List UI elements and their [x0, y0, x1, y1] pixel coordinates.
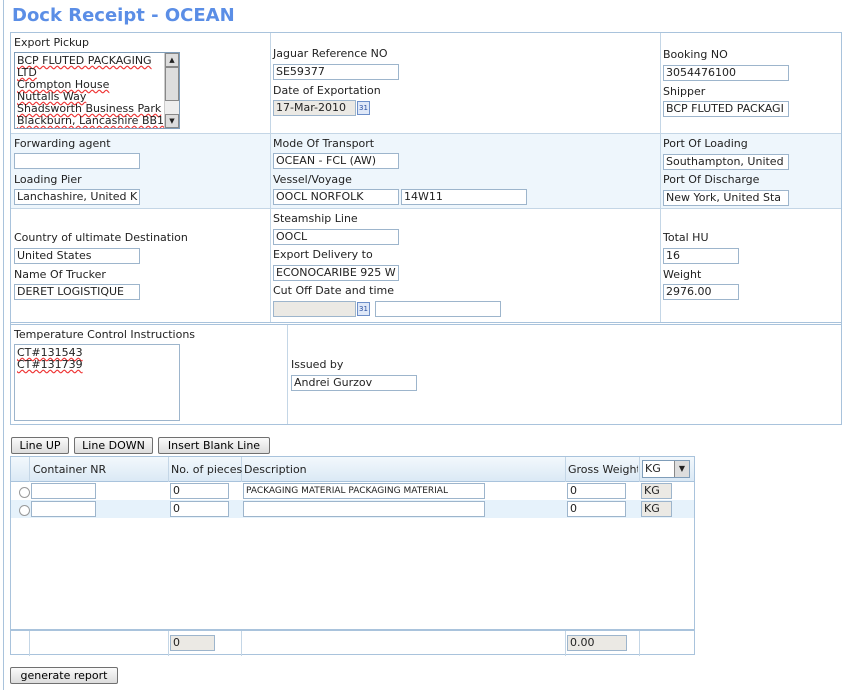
- total-hu-input[interactable]: 16: [663, 248, 739, 264]
- column-divider: [287, 325, 288, 424]
- unit-field: KG: [641, 483, 672, 499]
- chevron-down-icon[interactable]: ▼: [674, 461, 689, 477]
- scroll-up-icon[interactable]: ▲: [165, 53, 179, 67]
- port-loading-label: Port Of Loading: [663, 137, 748, 150]
- steamship-label: Steamship Line: [273, 212, 358, 225]
- container-nr-input[interactable]: [31, 501, 96, 517]
- header-gross-weight: Gross Weight: [568, 463, 638, 476]
- port-discharge-input[interactable]: New York, United Sta: [663, 190, 789, 206]
- gross-weight-input[interactable]: 0: [567, 483, 626, 499]
- cutoff-date-input[interactable]: [273, 301, 356, 317]
- voyage-input[interactable]: 14W11: [401, 189, 527, 205]
- section-divider: [11, 322, 841, 325]
- header-container-nr: Container NR: [33, 463, 107, 476]
- jaguar-ref-input[interactable]: SE59377: [273, 64, 399, 80]
- line-down-button[interactable]: Line DOWN: [74, 437, 153, 454]
- mode-transport-input[interactable]: OCEAN - FCL (AW): [273, 153, 399, 169]
- mode-transport-label: Mode Of Transport: [273, 137, 375, 150]
- trucker-input[interactable]: DERET LOGISTIQUE: [14, 284, 140, 300]
- temperature-textarea[interactable]: CT#131543 CT#131739: [14, 344, 180, 421]
- port-loading-input[interactable]: Southampton, United: [663, 154, 789, 170]
- shipper-input[interactable]: BCP FLUTED PACKAGI: [663, 101, 789, 117]
- totals-row: 0 0.00: [11, 629, 694, 656]
- container-nr-input[interactable]: [31, 483, 96, 499]
- export-delivery-input[interactable]: ECONOCARIBE 925 W: [273, 265, 399, 281]
- booking-no-input[interactable]: 3054476100: [663, 65, 789, 81]
- scroll-down-icon[interactable]: ▼: [165, 114, 179, 128]
- unit-field: KG: [641, 501, 672, 517]
- total-gross-weight: 0.00: [567, 635, 627, 651]
- description-input[interactable]: PACKAGING MATERIAL PACKAGING MATERIAL: [243, 483, 485, 499]
- weight-label: Weight: [663, 268, 702, 281]
- description-input[interactable]: [243, 501, 485, 517]
- booking-no-label: Booking NO: [663, 48, 728, 61]
- export-pickup-textarea[interactable]: BCP FLUTED PACKAGING LTD Crompton House …: [14, 52, 180, 129]
- header-description: Description: [244, 463, 307, 476]
- grid-col-line: [168, 631, 169, 656]
- steamship-input[interactable]: OOCL: [273, 229, 399, 245]
- forwarding-agent-input[interactable]: [14, 153, 140, 169]
- grid-col-line: [29, 631, 30, 656]
- weight-input[interactable]: 2976.00: [663, 284, 739, 300]
- total-pieces: 0: [170, 635, 215, 651]
- unit-select[interactable]: KG ▼: [642, 460, 690, 478]
- port-discharge-label: Port Of Discharge: [663, 173, 760, 186]
- country-dest-input[interactable]: United States: [14, 248, 140, 264]
- column-divider: [660, 33, 661, 323]
- pieces-input[interactable]: 0: [170, 501, 229, 517]
- date-export-input[interactable]: 17-Mar-2010: [273, 100, 356, 116]
- unit-select-value: KG: [645, 462, 661, 475]
- column-divider: [270, 33, 271, 323]
- vessel-input[interactable]: OOCL NORFOLK: [273, 189, 399, 205]
- export-pickup-line: BCP FLUTED PACKAGING: [17, 54, 152, 67]
- date-export-label: Date of Exportation: [273, 84, 381, 97]
- grid-col-line: [639, 631, 640, 656]
- jaguar-ref-label: Jaguar Reference NO: [273, 47, 388, 60]
- forwarding-agent-label: Forwarding agent: [14, 137, 111, 150]
- vessel-voyage-label: Vessel/Voyage: [273, 173, 352, 186]
- row-radio[interactable]: [19, 505, 30, 516]
- loading-pier-input[interactable]: Lanchashire, United K: [14, 189, 140, 205]
- trucker-label: Name Of Trucker: [14, 268, 106, 281]
- calendar-icon[interactable]: 31: [357, 302, 370, 316]
- row-radio[interactable]: [19, 487, 30, 498]
- scroll-thumb[interactable]: [165, 67, 179, 101]
- grid-col-line: [241, 631, 242, 656]
- pieces-input[interactable]: 0: [170, 483, 229, 499]
- scrollbar[interactable]: ▲ ▼: [164, 53, 179, 128]
- cutoff-time-input[interactable]: [375, 301, 501, 317]
- table-row: 0 0 KG: [11, 500, 694, 518]
- line-up-button[interactable]: Line UP: [11, 437, 69, 454]
- grid-col-line: [565, 631, 566, 656]
- temperature-label: Temperature Control Instructions: [14, 328, 196, 341]
- cutoff-label: Cut Off Date and time: [273, 284, 395, 297]
- table-row: 0 PACKAGING MATERIAL PACKAGING MATERIAL …: [11, 482, 694, 500]
- issued-by-input[interactable]: Andrei Gurzov: [291, 375, 417, 391]
- export-pickup-line: Blackburn, Lancashire BB1: [17, 114, 165, 127]
- total-hu-label: Total HU: [663, 231, 709, 244]
- export-pickup-label: Export Pickup: [14, 36, 89, 49]
- loading-pier-label: Loading Pier: [14, 173, 82, 186]
- shipper-label: Shipper: [663, 85, 706, 98]
- gross-weight-input[interactable]: 0: [567, 501, 626, 517]
- left-border: [3, 0, 4, 690]
- insert-blank-line-button[interactable]: Insert Blank Line: [158, 437, 270, 454]
- issued-by-label: Issued by: [291, 358, 344, 371]
- page-title: Dock Receipt - OCEAN: [12, 5, 235, 26]
- dock-receipt-page: Dock Receipt - OCEAN Export Pickup BCP F…: [0, 0, 850, 690]
- temperature-line: CT#131739: [17, 358, 83, 371]
- calendar-icon[interactable]: 31: [357, 101, 370, 115]
- header-pieces: No. of pieces: [171, 463, 243, 476]
- generate-report-button[interactable]: generate report: [10, 667, 118, 684]
- country-dest-label: Country of ultimate Destination: [14, 231, 188, 244]
- export-delivery-label: Export Delivery to: [273, 248, 373, 261]
